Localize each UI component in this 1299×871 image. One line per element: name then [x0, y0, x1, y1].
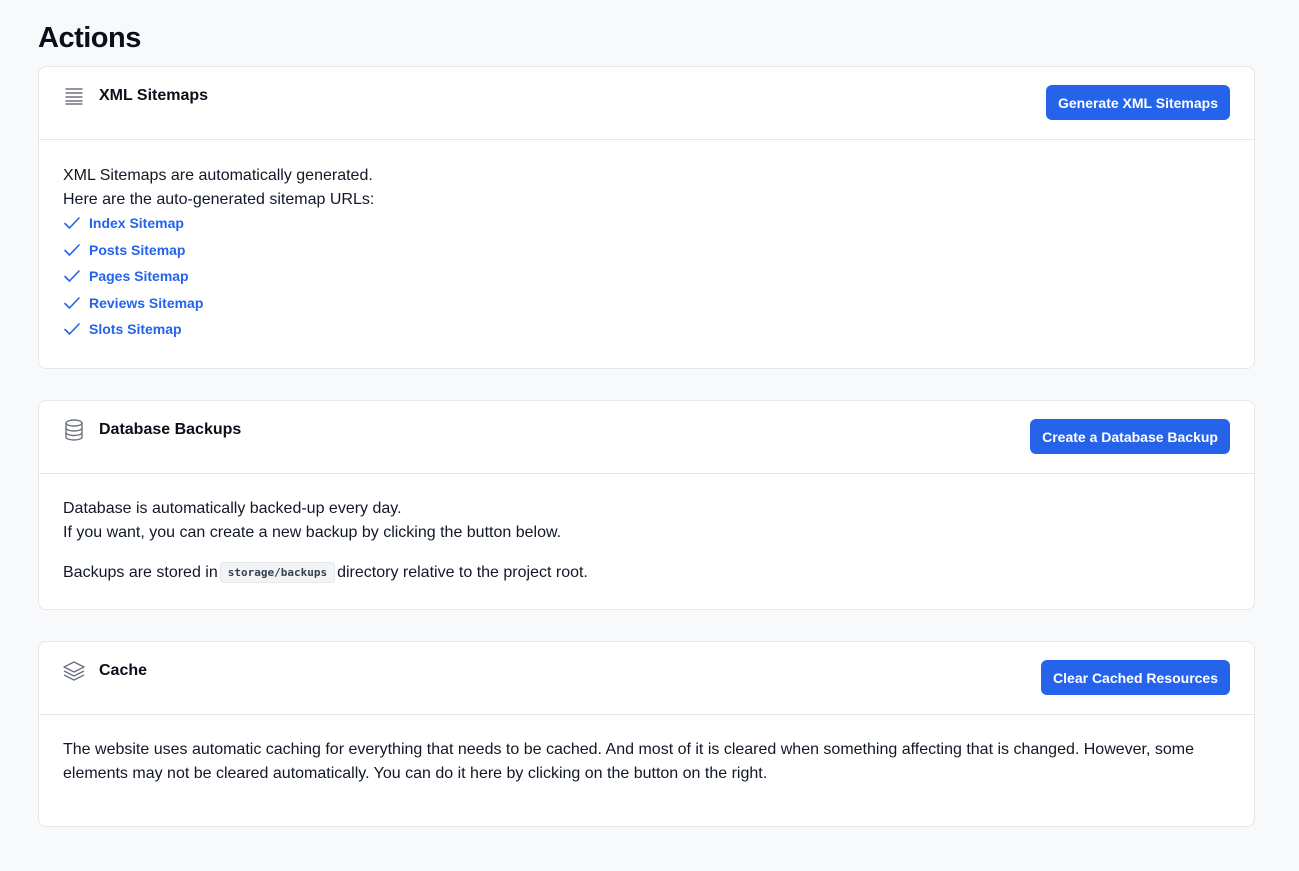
cache-card: Cache Clear Cached Resources The website…: [38, 641, 1255, 827]
index-sitemap-link[interactable]: Index Sitemap: [89, 211, 184, 235]
sitemaps-card-body: XML Sitemaps are automatically generated…: [39, 140, 1254, 367]
actions-page: Actions XML Sitemaps Generate XML Sitema…: [0, 0, 1299, 827]
reviews-sitemap-link[interactable]: Reviews Sitemap: [89, 291, 203, 315]
backups-card-body: Database is automatically backed-up ever…: [39, 474, 1254, 609]
database-icon: [63, 419, 85, 441]
check-icon: [63, 241, 81, 259]
layers-icon: [63, 660, 85, 682]
page-title: Actions: [38, 22, 141, 54]
cache-card-body: The website uses automatic caching for e…: [39, 715, 1254, 810]
sitemaps-description-line1: XML Sitemaps are automatically generated…: [63, 167, 373, 184]
sitemaps-card-header: XML Sitemaps Generate XML Sitemaps: [39, 67, 1254, 140]
list-item: Slots Sitemap: [63, 316, 1230, 343]
list-lines-icon: [63, 85, 85, 107]
storage-suffix: directory relative to the project root.: [337, 564, 588, 581]
backups-card: Database Backups Create a Database Backu…: [38, 400, 1255, 610]
clear-cache-button[interactable]: Clear Cached Resources: [1041, 660, 1230, 695]
posts-sitemap-link[interactable]: Posts Sitemap: [89, 238, 185, 262]
check-icon: [63, 294, 81, 312]
cache-title: Cache: [99, 662, 148, 679]
backups-description-line1: Database is automatically backed-up ever…: [63, 500, 402, 517]
storage-prefix: Backups are stored in: [63, 564, 218, 581]
sitemaps-title: XML Sitemaps: [99, 87, 209, 104]
backups-description-line2: If you want, you can create a new backup…: [63, 524, 562, 541]
check-icon: [63, 214, 81, 232]
storage-path: storage/backups: [219, 562, 336, 583]
backups-storage-note: Backups are stored in storage/backups dire…: [63, 561, 1230, 585]
sitemaps-description-line2: Here are the auto-generated sitemap URLs…: [63, 191, 375, 208]
cache-description: The website uses automatic caching for e…: [63, 741, 1195, 782]
list-item: Reviews Sitemap: [63, 290, 1230, 317]
list-item: Pages Sitemap: [63, 263, 1230, 290]
check-icon: [63, 320, 81, 338]
cache-card-header: Cache Clear Cached Resources: [39, 642, 1254, 715]
create-backup-button[interactable]: Create a Database Backup: [1030, 419, 1230, 454]
list-item: Posts Sitemap: [63, 237, 1230, 264]
pages-sitemap-link[interactable]: Pages Sitemap: [89, 264, 189, 288]
check-icon: [63, 267, 81, 285]
generate-sitemaps-button[interactable]: Generate XML Sitemaps: [1045, 85, 1230, 120]
backups-card-header: Database Backups Create a Database Backu…: [39, 401, 1254, 474]
list-item: Index Sitemap: [63, 210, 1230, 237]
sitemap-links-list: Index Sitemap Posts Sitemap Pages Sitema…: [63, 210, 1230, 343]
backups-title: Database Backups: [99, 421, 242, 438]
slots-sitemap-link[interactable]: Slots Sitemap: [89, 317, 182, 341]
sitemaps-card: XML Sitemaps Generate XML Sitemaps XML S…: [38, 66, 1255, 369]
